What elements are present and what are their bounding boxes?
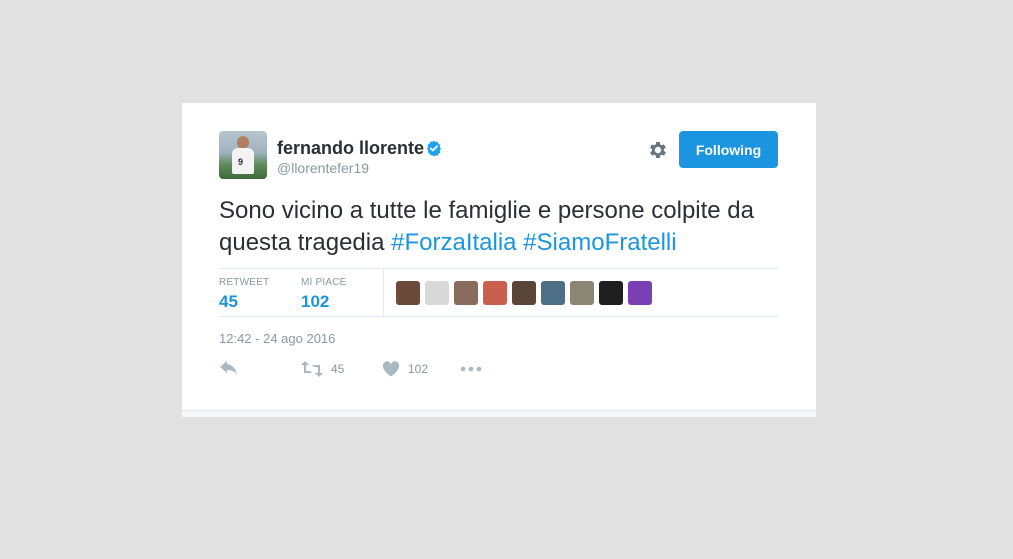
reply-icon	[220, 361, 237, 375]
likes-stat-label: MI PIACE	[301, 277, 347, 288]
liker-avatar[interactable]	[541, 281, 565, 305]
author-name[interactable]: fernando llorente	[277, 138, 424, 159]
retweet-button[interactable]: 45	[301, 361, 344, 377]
stats-divider	[383, 269, 384, 316]
following-button[interactable]: Following	[679, 131, 778, 168]
author-avatar[interactable]: 9	[219, 131, 267, 179]
hashtag-link[interactable]: #ForzaItalia	[391, 229, 516, 256]
heart-icon	[382, 361, 400, 377]
liker-avatars	[396, 281, 652, 305]
retweet-action-count: 45	[331, 362, 345, 376]
author-handle[interactable]: @llorentefer19	[277, 160, 369, 176]
liker-avatar[interactable]	[570, 281, 594, 305]
reply-button[interactable]	[219, 361, 239, 377]
liker-avatar[interactable]	[628, 281, 652, 305]
tweet-text: Sono vicino a tutte le famiglie e person…	[219, 195, 779, 259]
liker-avatar[interactable]	[512, 281, 536, 305]
more-button[interactable]	[460, 361, 482, 377]
likes-stat[interactable]: MI PIACE 102	[301, 277, 347, 312]
gear-icon[interactable]	[647, 139, 669, 161]
liker-avatar[interactable]	[396, 281, 420, 305]
likes-stat-count: 102	[301, 292, 330, 311]
avatar-shirt-number: 9	[238, 157, 244, 167]
more-icon	[460, 366, 482, 372]
like-button[interactable]: 102	[382, 361, 428, 377]
card-footer	[182, 410, 816, 417]
hashtag-link[interactable]: #SiamoFratelli	[523, 229, 676, 256]
retweet-stat[interactable]: RETWEET 45	[219, 277, 269, 312]
tweet-stats: RETWEET 45 MI PIACE 102	[219, 268, 779, 317]
liker-avatar[interactable]	[425, 281, 449, 305]
verified-badge-icon	[427, 140, 441, 156]
retweet-icon	[301, 361, 323, 377]
liker-avatar[interactable]	[454, 281, 478, 305]
like-action-count: 102	[408, 362, 429, 376]
tweet-card: 9 fernando llorente @llorentefer19 Follo…	[182, 103, 816, 417]
liker-avatar[interactable]	[599, 281, 623, 305]
retweet-stat-label: RETWEET	[219, 277, 270, 288]
retweet-stat-count: 45	[219, 292, 238, 311]
tweet-timestamp[interactable]: 12:42 - 24 ago 2016	[219, 331, 335, 346]
liker-avatar[interactable]	[483, 281, 507, 305]
